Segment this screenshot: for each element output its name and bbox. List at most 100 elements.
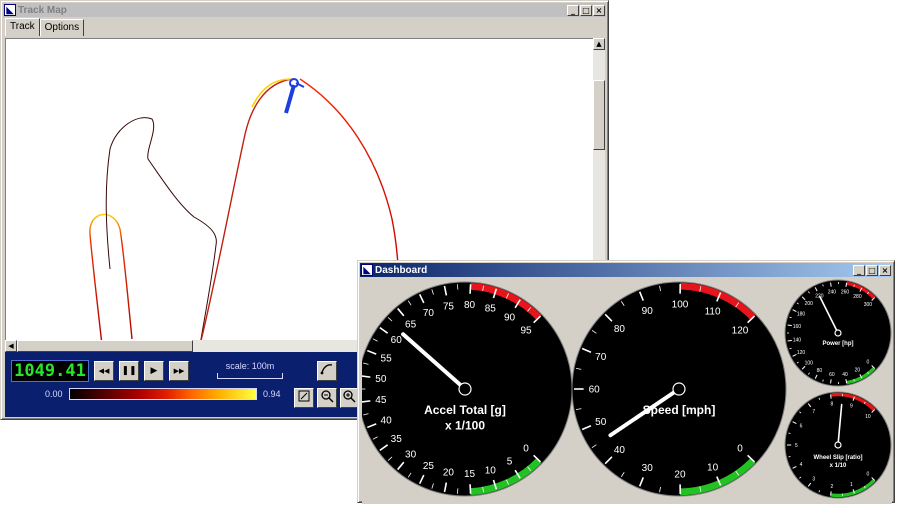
app-icon: ◣ [4, 4, 16, 16]
accel-tick-label: 65 [405, 319, 417, 330]
accel-tick-label: 20 [443, 468, 455, 479]
scroll-thumb[interactable] [593, 80, 605, 150]
scale-label: scale: 100m [225, 361, 275, 371]
accel-tick-label: 45 [375, 395, 387, 406]
zoom-extent-button[interactable] [294, 388, 314, 408]
power-major-tick [787, 324, 792, 327]
accel-tick-label: 75 [443, 301, 455, 312]
path-tool-button[interactable] [317, 361, 337, 381]
speed-tick-label: 10 [707, 462, 719, 473]
accel-tick-label: 5 [507, 457, 513, 468]
play-button[interactable]: ▶ [144, 361, 164, 381]
speed-tick-label: 80 [614, 324, 626, 335]
speed-tick-label: 70 [595, 352, 607, 363]
scroll-up-button[interactable]: ▲ [593, 38, 605, 50]
accel-major-tick [469, 284, 472, 294]
accel-tick-label: 30 [405, 450, 417, 461]
scroll-thumb-horizontal[interactable] [17, 340, 193, 352]
speed-tick-label: 20 [674, 469, 686, 480]
speed-tick-label: 100 [672, 300, 689, 311]
accel-major-tick [469, 484, 472, 494]
accel-tick-label: 85 [485, 304, 497, 315]
zoom-in-button[interactable] [340, 388, 358, 408]
power-tick-label: 160 [793, 324, 802, 330]
colorbar [69, 388, 257, 400]
power-major-tick [830, 379, 832, 384]
power-tick-label: 40 [842, 372, 848, 378]
window-title: Track Map [18, 4, 67, 16]
wheel_slip-tick-label: 9 [850, 403, 853, 409]
minimize-button[interactable]: _ [567, 4, 579, 16]
accel-subtitle: x 1/100 [445, 419, 485, 433]
zoom-out-button[interactable] [317, 388, 337, 408]
minimize-button[interactable]: _ [853, 264, 865, 276]
accel-title: Accel Total [g] [424, 403, 506, 417]
maximize-button[interactable]: □ [580, 4, 592, 16]
power-major-tick [787, 339, 792, 342]
accel-tick-label: 10 [485, 465, 497, 476]
wheel_slip-tick-label: 2 [831, 484, 834, 490]
wheel_slip-tick-label: 4 [800, 462, 803, 468]
accel-tick-label: 60 [391, 335, 403, 346]
path-icon [320, 364, 333, 375]
pause-button[interactable]: ❚❚ [119, 361, 139, 381]
power-major-tick [845, 379, 848, 384]
wheel_slip-tick-label: 1 [850, 482, 853, 488]
scale-bar [217, 373, 283, 379]
wheel_slip-title: Wheel Slip [ratio] [813, 455, 862, 461]
wheel_slip-tick-label: 7 [812, 409, 815, 415]
accel-tick-label: 25 [423, 461, 435, 472]
tab-track[interactable]: Track [5, 18, 40, 36]
fast-forward-button[interactable]: ▶▶ [169, 361, 189, 381]
close-button[interactable]: × [879, 264, 891, 276]
power-tick-label: 120 [797, 350, 806, 356]
power-tick-label: 180 [797, 312, 806, 318]
power-tick-label: 260 [841, 290, 850, 296]
scroll-left-button[interactable]: ◀ [5, 340, 17, 352]
speed-tick-label: 120 [732, 326, 749, 337]
dashboard-titlebar[interactable]: ◣ Dashboard _ □ × [360, 263, 892, 277]
tab-options[interactable]: Options [39, 19, 85, 36]
accel-tick-label: 0 [523, 443, 529, 454]
speed-tick-label: 50 [595, 417, 607, 428]
wheel_slip-tick-label: 8 [831, 402, 834, 408]
wheel_slip-tick-label: 10 [865, 414, 871, 420]
track-cursor-heading [284, 84, 296, 114]
wheel_slip-tick-label: 0 [867, 472, 870, 478]
wheel_slip-major-tick [830, 491, 832, 496]
close-button[interactable]: × [593, 4, 605, 16]
track-map-titlebar[interactable]: ◣ Track Map _ □ × [3, 3, 606, 17]
dashboard-panel: 95 90 85 80 75 70 65 60 55 50 45 40 35 30 25 20 15 10 5 0 Ac… [357, 279, 892, 504]
power-tick-label: 60 [829, 372, 835, 378]
accel-needle-hub [458, 382, 472, 396]
power-major-tick [830, 282, 832, 287]
window-title: Dashboard [375, 264, 428, 276]
accel-tick-label: 50 [375, 374, 387, 385]
wheel_slip-needle-hub [834, 441, 842, 449]
accel-tick-label: 95 [520, 326, 532, 337]
speed-tick-label: 60 [589, 385, 601, 396]
power-tick-label: 280 [853, 294, 862, 300]
accel-tick-label: 40 [381, 416, 393, 427]
dashboard-window: ◣ Dashboard _ □ × 95 90 85 80 75 70 65 60 55 50 45… [357, 260, 895, 504]
power-tick-label: 80 [817, 368, 823, 374]
power-tick-label: 140 [793, 337, 802, 343]
playback-panel: 1049.41 ◀◀ ❚❚ ▶ ▶▶ scale: 100m 0.00 0.94 [5, 352, 363, 417]
horizontal-scrollbar[interactable]: ◀ [5, 340, 357, 352]
track-segment [89, 213, 133, 343]
rewind-button[interactable]: ◀◀ [94, 361, 114, 381]
speed-tick-label: 40 [614, 445, 626, 456]
wheel_slip-major-tick [830, 394, 832, 399]
speed-tick-label: 30 [642, 463, 654, 474]
maximize-button[interactable]: □ [866, 264, 878, 276]
accel-tick-label: 15 [464, 469, 476, 480]
power-needle-hub [834, 329, 842, 337]
power-tick-label: 100 [805, 360, 814, 366]
wheel_slip-tick-label: 3 [812, 477, 815, 483]
track-segment [199, 78, 293, 343]
wheel_slip-subtitle: x 1/10 [830, 463, 847, 469]
wheel_slip-tick-label: 5 [795, 443, 798, 449]
gauge-cluster: 95908580757065605550454035302520 15 1050Ac… [357, 279, 892, 499]
accel-tick-label: 35 [391, 434, 403, 445]
power-tick-label: 300 [864, 302, 873, 308]
